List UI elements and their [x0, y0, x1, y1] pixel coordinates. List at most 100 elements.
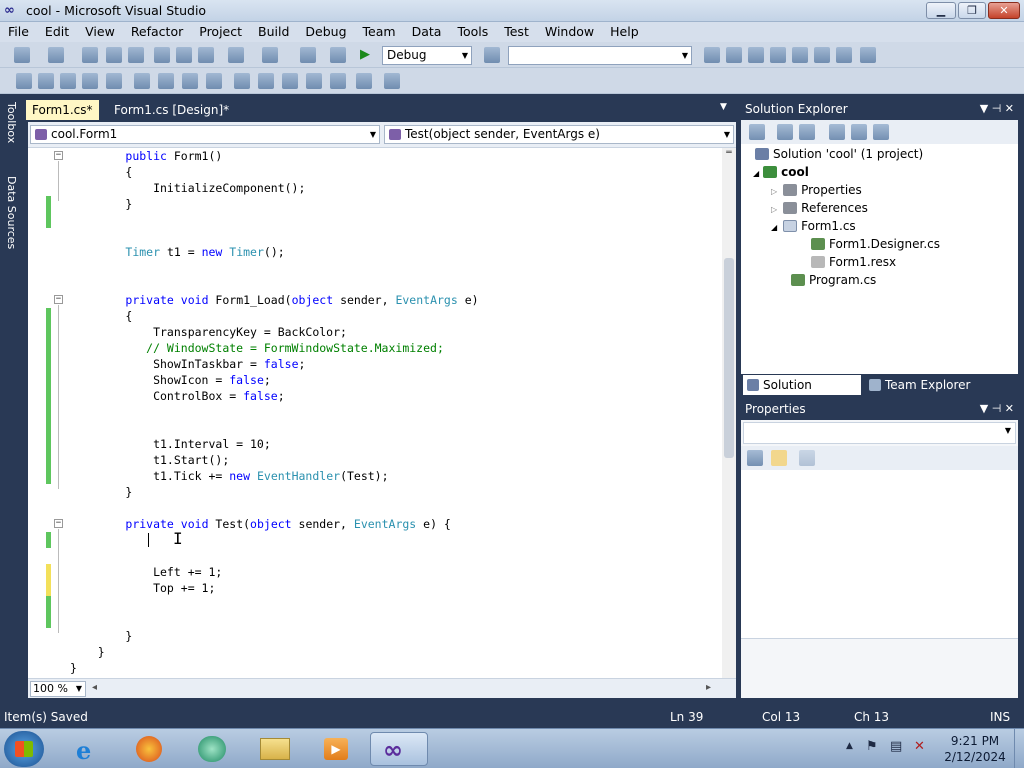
code-line[interactable]: InitializeComponent(); — [70, 180, 305, 196]
code-line[interactable]: public Form1() — [70, 148, 222, 164]
indent-icon[interactable] — [134, 73, 150, 89]
tree-item-references[interactable]: ▷ References — [771, 199, 868, 219]
clock[interactable]: 9:21 PM 2/12/2024 — [940, 733, 1010, 765]
collapse-arrow-icon[interactable]: ◢ — [753, 169, 759, 178]
tree-item-properties[interactable]: ▷ Properties — [771, 181, 862, 201]
vertical-scrollbar[interactable]: ═ — [722, 148, 736, 678]
categorized-icon[interactable] — [747, 450, 763, 466]
scroll-thumb[interactable] — [724, 258, 734, 458]
navigate-forward-icon[interactable] — [330, 47, 346, 63]
start-page-icon[interactable] — [814, 47, 830, 63]
zoom-select[interactable]: 100 % ▼ — [30, 681, 86, 697]
tree-item-form1[interactable]: ◢ Form1.cs — [771, 217, 856, 237]
code-line[interactable]: } — [70, 644, 105, 660]
code-line[interactable]: { — [70, 164, 132, 180]
comment-out-icon[interactable] — [158, 73, 174, 89]
menu-team[interactable]: Team — [355, 22, 404, 42]
property-pages-icon[interactable] — [799, 450, 815, 466]
tree-item-program[interactable]: Program.cs — [791, 271, 876, 289]
code-line[interactable]: // WindowState = FormWindowState.Maximiz… — [70, 340, 444, 356]
menu-test[interactable]: Test — [496, 22, 537, 42]
outdent-icon[interactable] — [106, 73, 122, 89]
menu-file[interactable]: File — [0, 22, 37, 42]
taskbar-media-player[interactable]: ▶ — [310, 732, 360, 766]
new-project-icon[interactable] — [14, 47, 30, 63]
tree-item-solution[interactable]: Solution 'cool' (1 project) — [755, 145, 923, 163]
code-line[interactable]: } — [70, 484, 132, 500]
code-line[interactable]: TransparencyKey = BackColor; — [70, 324, 347, 340]
scroll-right-icon[interactable]: ▸ — [706, 682, 711, 693]
close-button[interactable]: ✕ — [988, 2, 1020, 19]
save-icon[interactable] — [106, 47, 122, 63]
collapse-region-icon[interactable]: − — [54, 295, 63, 304]
tab-solution-explorer[interactable]: Solution Explorer — [743, 375, 861, 412]
object-members-icon[interactable] — [16, 73, 32, 89]
member-dropdown[interactable]: Test(object sender, EventArgs e) ▼ — [384, 125, 734, 144]
menu-debug[interactable]: Debug — [297, 22, 354, 42]
next-bookmark-icon[interactable] — [258, 73, 274, 89]
pane-controls[interactable]: ▼ ⊣ ✕ — [980, 98, 1014, 120]
toolbox-tab[interactable]: Toolbox — [2, 102, 18, 166]
redo-icon[interactable] — [262, 47, 278, 63]
menu-refactor[interactable]: Refactor — [123, 22, 191, 42]
code-line[interactable]: Timer t1 = new Timer(); — [70, 244, 284, 260]
code-line[interactable]: } — [70, 196, 132, 212]
refresh-icon[interactable] — [799, 124, 815, 140]
scroll-left-icon[interactable]: ◂ — [92, 682, 97, 693]
code-line[interactable]: ShowIcon = false; — [70, 372, 271, 388]
undo-icon[interactable] — [228, 47, 244, 63]
taskbar-firefox[interactable] — [124, 732, 174, 766]
taskbar-internet-explorer[interactable]: e — [64, 732, 114, 766]
collapse-arrow-icon[interactable]: ◢ — [771, 223, 777, 232]
tab-form1-design[interactable]: Form1.cs [Design]* — [108, 100, 235, 120]
command-window-icon[interactable] — [860, 47, 876, 63]
extension-manager-icon[interactable] — [792, 47, 808, 63]
code-line[interactable]: ShowInTaskbar = false; — [70, 356, 305, 372]
tree-item-form1-resx[interactable]: Form1.resx — [811, 253, 896, 271]
alphabetical-icon[interactable] — [771, 450, 787, 466]
menu-project[interactable]: Project — [191, 22, 250, 42]
property-grid[interactable] — [741, 470, 1018, 638]
menu-data[interactable]: Data — [404, 22, 450, 42]
code-line[interactable]: t1.Tick += new EventHandler(Test); — [70, 468, 388, 484]
show-hidden-icons-icon[interactable]: ▲ — [846, 741, 853, 751]
view-code-icon[interactable] — [829, 124, 845, 140]
taskbar-app-green[interactable] — [186, 732, 236, 766]
expand-arrow-icon[interactable]: ▷ — [771, 187, 777, 196]
collapse-region-icon[interactable]: − — [54, 519, 63, 528]
tab-team-explorer[interactable]: Team Explorer — [865, 375, 995, 395]
code-line[interactable]: Left += 1; — [70, 564, 222, 580]
cut-icon[interactable] — [154, 47, 170, 63]
code-editor[interactable]: cool.Form1 ▼ Test(object sender, EventArg… — [28, 122, 736, 698]
solution-explorer-icon[interactable] — [704, 47, 720, 63]
breakpoint-icon[interactable] — [384, 73, 400, 89]
code-line[interactable]: t1.Start(); — [70, 452, 229, 468]
copy-icon[interactable] — [176, 47, 192, 63]
clear-bookmarks-icon[interactable] — [330, 73, 346, 89]
uncomment-icon[interactable] — [182, 73, 198, 89]
complete-word-icon[interactable] — [82, 73, 98, 89]
pane-controls[interactable]: ▼ ⊣ ✕ — [980, 398, 1014, 420]
toggle-bookmark-icon[interactable] — [206, 73, 222, 89]
parameter-info-icon[interactable] — [38, 73, 54, 89]
expand-arrow-icon[interactable]: ▷ — [771, 205, 777, 214]
network-icon[interactable]: ▤ — [890, 739, 902, 754]
volume-muted-icon[interactable]: ✕ — [914, 739, 925, 754]
maximize-button[interactable]: ❐ — [958, 2, 986, 19]
find-in-files-icon[interactable] — [484, 47, 500, 63]
taskbar-visual-studio[interactable]: ∞ — [370, 732, 428, 766]
code-line[interactable]: { — [70, 308, 132, 324]
open-file-icon[interactable] — [82, 47, 98, 63]
code-line[interactable]: } — [70, 660, 77, 676]
object-select[interactable]: ▼ — [743, 422, 1016, 444]
quick-info-icon[interactable] — [60, 73, 76, 89]
menu-window[interactable]: Window — [537, 22, 602, 42]
menu-view[interactable]: View — [77, 22, 123, 42]
previous-bookmark-icon[interactable] — [234, 73, 250, 89]
data-sources-tab[interactable]: Data Sources — [2, 176, 18, 262]
show-desktop-button[interactable] — [1014, 729, 1024, 768]
split-handle-icon[interactable]: ═ — [724, 149, 734, 164]
tree-item-form1-designer[interactable]: Form1.Designer.cs — [811, 235, 940, 253]
paste-icon[interactable] — [198, 47, 214, 63]
start-debugging-icon[interactable]: ▶ — [360, 47, 376, 63]
